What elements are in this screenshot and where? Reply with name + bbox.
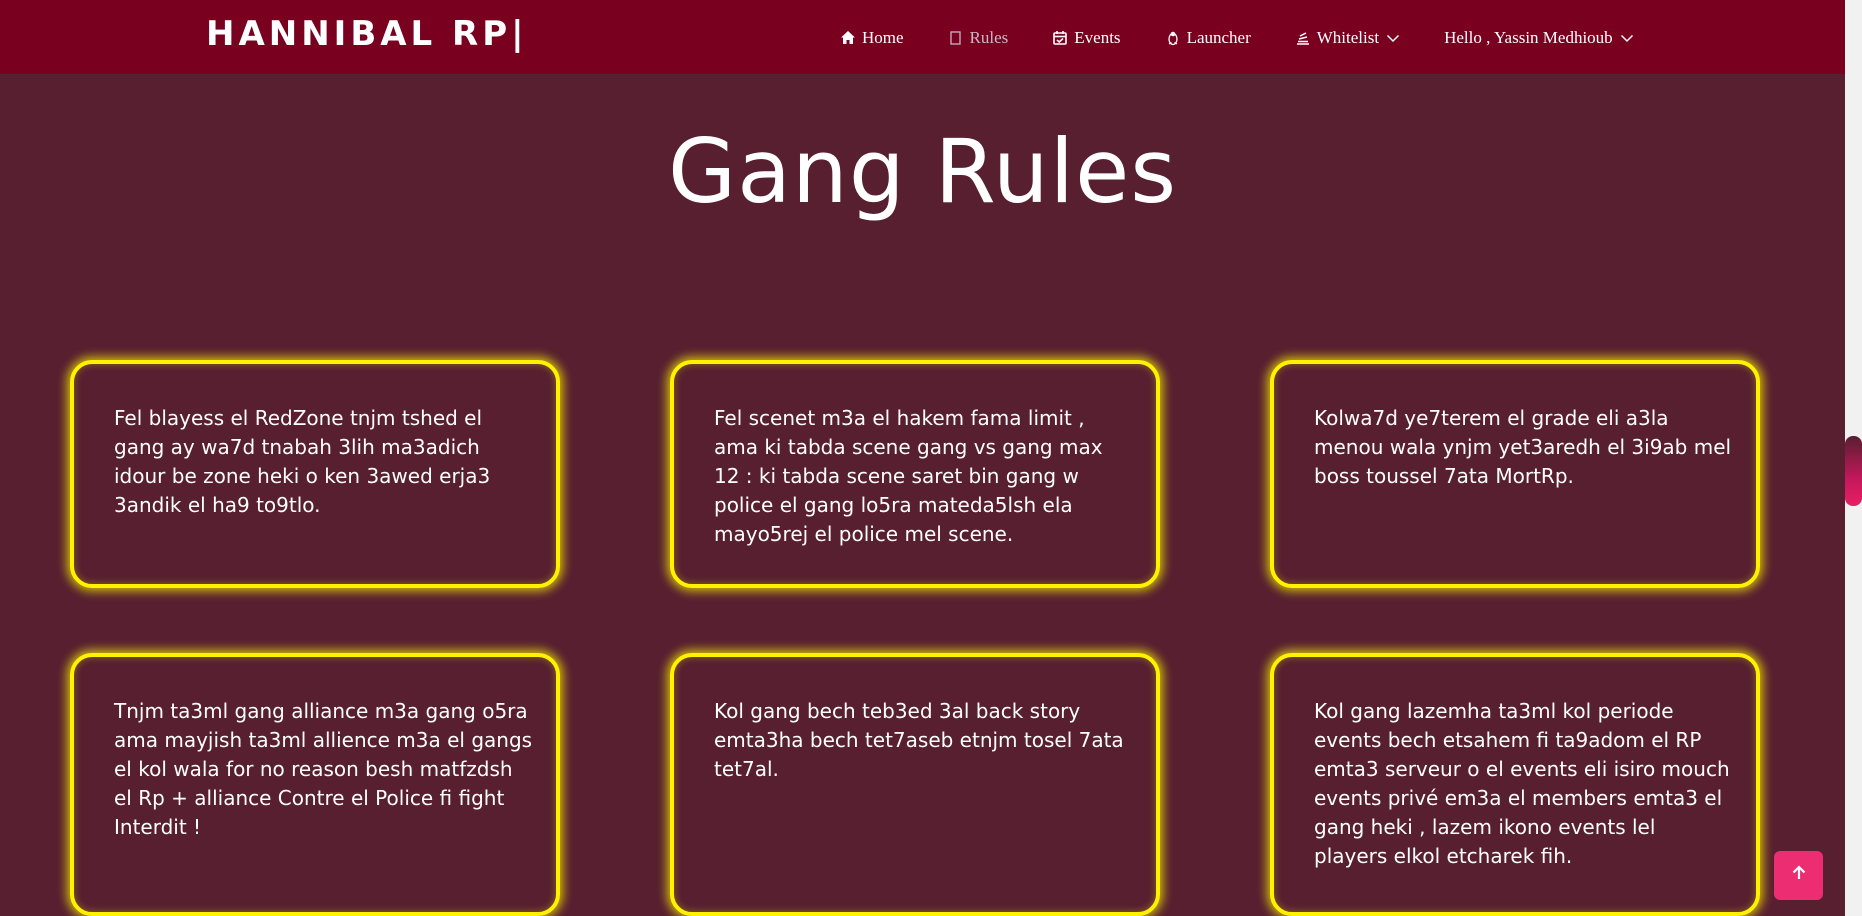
rule-card: Fel scenet m3a el hakem fama limit , ama… <box>670 360 1160 588</box>
nav-home-label: Home <box>862 28 904 47</box>
rule-text: Kolwa7d ye7terem el grade eli a3la menou… <box>1314 406 1732 488</box>
linux-icon <box>1165 30 1181 46</box>
nav-user-label: Hello , Yassin Medhioub <box>1444 28 1613 47</box>
stack-icon <box>1295 30 1311 46</box>
brand-logo[interactable]: HANNIBAL RP| <box>206 14 528 54</box>
nav-events[interactable]: Events <box>1052 28 1121 48</box>
nav-user-menu[interactable]: Hello , Yassin Medhioub <box>1444 28 1634 48</box>
rule-text: Fel blayess el RedZone tnjm tshed el gan… <box>114 406 491 517</box>
home-icon <box>840 30 856 46</box>
navbar: HANNIBAL RP| Home Rules Events Launcher … <box>0 0 1845 74</box>
main-nav: Home Rules Events Launcher Whitelist Hel… <box>840 26 1678 50</box>
nav-home[interactable]: Home <box>840 28 904 48</box>
nav-rules[interactable]: Rules <box>948 28 1009 48</box>
nav-whitelist-label: Whitelist <box>1316 28 1380 47</box>
rules-icon <box>948 30 964 46</box>
chevron-down-icon <box>1620 33 1634 43</box>
page: HANNIBAL RP| Home Rules Events Launcher … <box>0 0 1862 916</box>
nav-events-label: Events <box>1074 28 1121 47</box>
rule-text: Kol gang lazemha ta3ml kol periode event… <box>1314 699 1730 868</box>
rule-text: Tnjm ta3ml gang alliance m3a gang o5ra a… <box>114 699 533 839</box>
rule-card: Kol gang bech teb3ed 3al back story emta… <box>670 653 1160 916</box>
arrow-up-icon <box>1789 863 1809 888</box>
rule-text: Fel scenet m3a el hakem fama limit , ama… <box>714 406 1103 546</box>
scrollbar-thumb[interactable] <box>1845 436 1862 506</box>
rule-card: Fel blayess el RedZone tnjm tshed el gan… <box>70 360 560 588</box>
page-title: Gang Rules <box>667 120 1178 223</box>
nav-rules-label: Rules <box>969 28 1009 47</box>
nav-launcher[interactable]: Launcher <box>1165 28 1251 48</box>
rule-text: Kol gang bech teb3ed 3al back story emta… <box>714 699 1124 781</box>
calendar-check-icon <box>1052 30 1068 46</box>
chevron-down-icon <box>1386 33 1400 43</box>
back-to-top-button[interactable] <box>1774 851 1823 900</box>
rule-card: Kol gang lazemha ta3ml kol periode event… <box>1270 653 1760 916</box>
rule-card: Tnjm ta3ml gang alliance m3a gang o5ra a… <box>70 653 560 916</box>
rule-card: Kolwa7d ye7terem el grade eli a3la menou… <box>1270 360 1760 588</box>
nav-launcher-label: Launcher <box>1186 28 1251 47</box>
nav-whitelist[interactable]: Whitelist <box>1295 28 1400 48</box>
